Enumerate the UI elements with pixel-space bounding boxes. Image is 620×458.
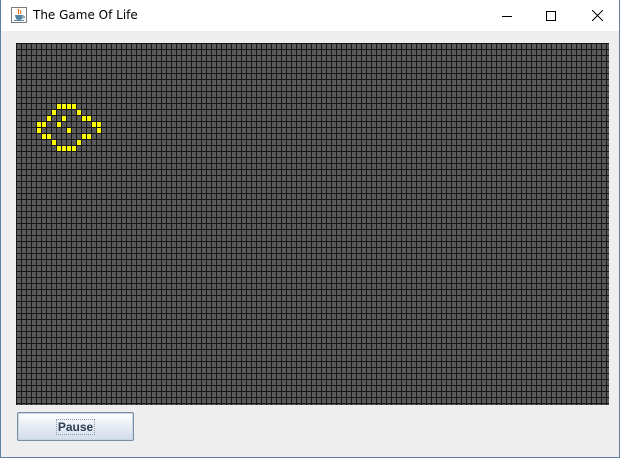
live-cell[interactable] [57, 104, 61, 109]
live-cell[interactable] [77, 140, 81, 145]
live-cell[interactable] [52, 140, 56, 145]
live-cell[interactable] [62, 116, 66, 121]
live-cell[interactable] [72, 146, 76, 151]
java-cup-icon [11, 7, 27, 23]
live-cell[interactable] [92, 122, 96, 127]
life-grid[interactable] [16, 43, 609, 405]
live-cell[interactable] [87, 116, 91, 121]
live-cell[interactable] [72, 104, 76, 109]
live-cell[interactable] [52, 110, 56, 115]
live-cell[interactable] [47, 134, 51, 139]
live-cell[interactable] [82, 116, 86, 121]
live-cell[interactable] [67, 128, 71, 133]
live-cell[interactable] [37, 122, 41, 127]
live-cell[interactable] [42, 122, 46, 127]
window-title: The Game Of Life [33, 8, 138, 22]
close-button[interactable] [574, 0, 620, 31]
live-cell[interactable] [97, 122, 101, 127]
maximize-icon [546, 10, 556, 21]
live-cell[interactable] [57, 122, 61, 127]
minimize-button[interactable] [484, 0, 530, 31]
live-cell[interactable] [82, 134, 86, 139]
minimize-icon [502, 15, 512, 17]
pause-button-label: Pause [55, 418, 96, 435]
pause-button[interactable]: Pause [17, 412, 134, 441]
title-bar[interactable]: The Game Of Life [1, 0, 619, 31]
game-of-life-window: The Game Of Life Pause [0, 0, 620, 458]
close-icon [591, 10, 603, 21]
live-cell[interactable] [67, 146, 71, 151]
live-cell[interactable] [67, 104, 71, 109]
live-cell[interactable] [47, 116, 51, 121]
live-cell[interactable] [42, 134, 46, 139]
live-cell[interactable] [77, 110, 81, 115]
live-cell[interactable] [57, 146, 61, 151]
live-cell[interactable] [62, 104, 66, 109]
live-cell[interactable] [97, 128, 101, 133]
live-cell[interactable] [37, 128, 41, 133]
maximize-button[interactable] [528, 0, 574, 31]
live-cell[interactable] [62, 146, 66, 151]
live-cell[interactable] [87, 134, 91, 139]
